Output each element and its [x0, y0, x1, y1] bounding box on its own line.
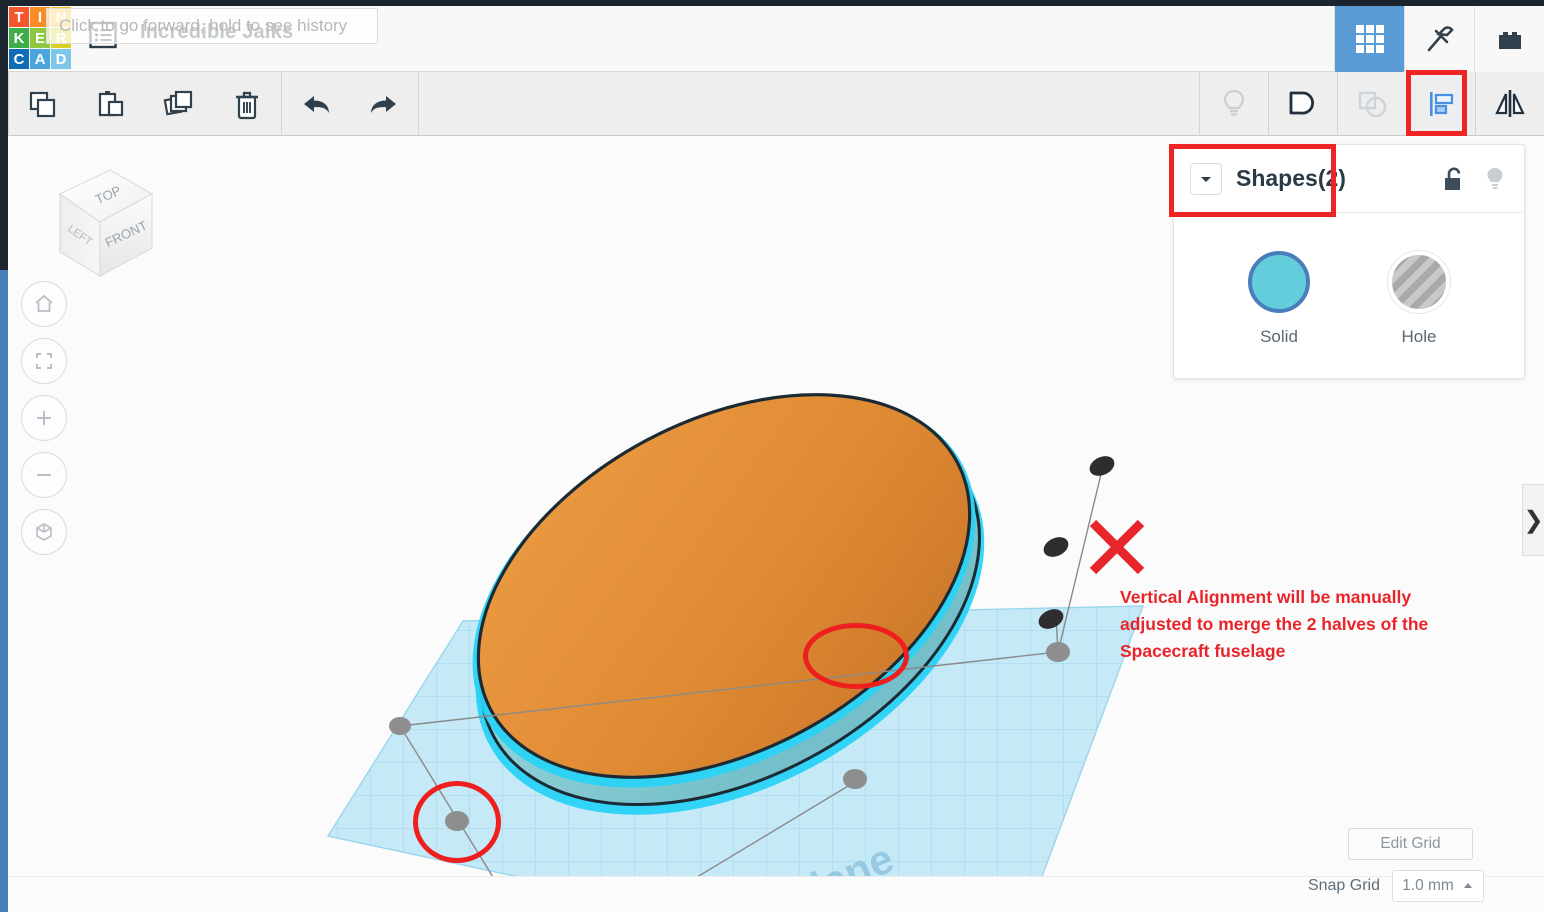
shapes-panel-header: Shapes(2)	[1174, 145, 1524, 213]
ungroup-shapes-icon	[1358, 91, 1387, 117]
shapes-panel-collapse-button[interactable]	[1190, 162, 1222, 195]
chevron-up-icon	[1463, 883, 1472, 888]
ungroup-button[interactable]	[1338, 72, 1406, 136]
copy-icon	[29, 91, 56, 117]
shapes-panel: Shapes(2) Solid Hole	[1173, 144, 1525, 379]
logo-tile-d: D	[51, 49, 71, 69]
trash-icon	[236, 91, 258, 119]
redo-arrow-icon	[371, 95, 396, 113]
left-edge-blue-indicator	[0, 270, 8, 912]
solid-swatch[interactable]	[1248, 250, 1310, 313]
unlock-icon[interactable]	[1440, 166, 1466, 192]
align-button[interactable]	[1407, 72, 1475, 136]
solid-swatch-label: Solid	[1260, 326, 1298, 346]
logo-tile-t: T	[9, 7, 29, 27]
hole-swatch[interactable]	[1388, 250, 1450, 313]
snap-grid-value: 1.0 mm	[1402, 877, 1454, 894]
lightbulb-icon[interactable]	[1482, 166, 1508, 192]
group-shapes-icon	[1289, 91, 1314, 114]
top-dark-strip	[8, 0, 1544, 6]
panel-expand-tab[interactable]: ❯	[1522, 484, 1544, 556]
history-button-group	[282, 72, 418, 136]
shape-ops-group	[1199, 71, 1544, 136]
chevron-right-icon: ❯	[1523, 506, 1544, 534]
grid-view-button[interactable]	[1334, 6, 1404, 72]
grid-icon	[1355, 25, 1384, 53]
clipboard-button-group	[9, 72, 281, 136]
toolbar-divider-3	[418, 71, 419, 136]
redo-button[interactable]	[350, 72, 418, 136]
header-right-buttons	[1334, 6, 1544, 72]
hammer-icon	[1427, 26, 1454, 52]
annotation-text: Vertical Alignment will be manually adju…	[1120, 587, 1429, 661]
logo-tile-a: A	[30, 49, 50, 69]
annotation-x-mark	[1089, 519, 1145, 575]
mirror-icon	[1495, 89, 1525, 117]
light-button[interactable]	[1200, 72, 1268, 136]
tinkercad-app: TINKERCAD Incredible Jaiks Click to go f…	[0, 0, 1544, 912]
3d-canvas[interactable]: TOP LEFT FRONT Workplane Vertical Alignm…	[8, 136, 1544, 912]
history-tooltip: Click to go forward, hold to see history	[46, 8, 378, 44]
copy-button[interactable]	[9, 72, 77, 136]
lightbulb-icon	[1223, 89, 1245, 116]
group-button[interactable]	[1269, 72, 1337, 136]
chevron-down-icon	[1201, 176, 1211, 182]
snap-grid-select[interactable]: 1.0 mm	[1392, 870, 1484, 902]
logo-tile-c: C	[9, 49, 29, 69]
brick-icon	[1498, 32, 1521, 49]
paste-button[interactable]	[77, 72, 145, 136]
mirror-button[interactable]	[1476, 72, 1544, 136]
annotation-circle-middle	[803, 623, 909, 689]
edit-grid-button[interactable]: Edit Grid	[1348, 828, 1473, 860]
snap-grid-row: Snap Grid 1.0 mm	[1308, 870, 1484, 902]
snap-grid-label: Snap Grid	[1307, 877, 1380, 894]
paste-icon	[98, 90, 124, 116]
solid-swatch-item[interactable]: Solid	[1248, 250, 1310, 347]
delete-button[interactable]	[213, 72, 281, 136]
shapes-panel-body: Solid Hole	[1174, 213, 1524, 378]
annotation-circle-left	[413, 781, 501, 863]
blocks-button[interactable]	[1474, 6, 1544, 72]
undo-button[interactable]	[282, 72, 350, 136]
shapes-panel-header-actions	[1440, 166, 1508, 192]
hole-swatch-label: Hole	[1401, 326, 1437, 346]
duplicate-icon	[163, 90, 193, 115]
edit-toolbar	[8, 71, 1544, 136]
shapes-panel-title: Shapes(2)	[1236, 165, 1346, 191]
duplicate-button[interactable]	[145, 72, 213, 136]
hole-swatch-item[interactable]: Hole	[1388, 250, 1450, 347]
undo-arrow-icon	[304, 95, 329, 113]
align-icon	[1430, 91, 1454, 116]
tinker-button[interactable]	[1404, 6, 1474, 72]
logo-tile-k: K	[9, 28, 29, 48]
